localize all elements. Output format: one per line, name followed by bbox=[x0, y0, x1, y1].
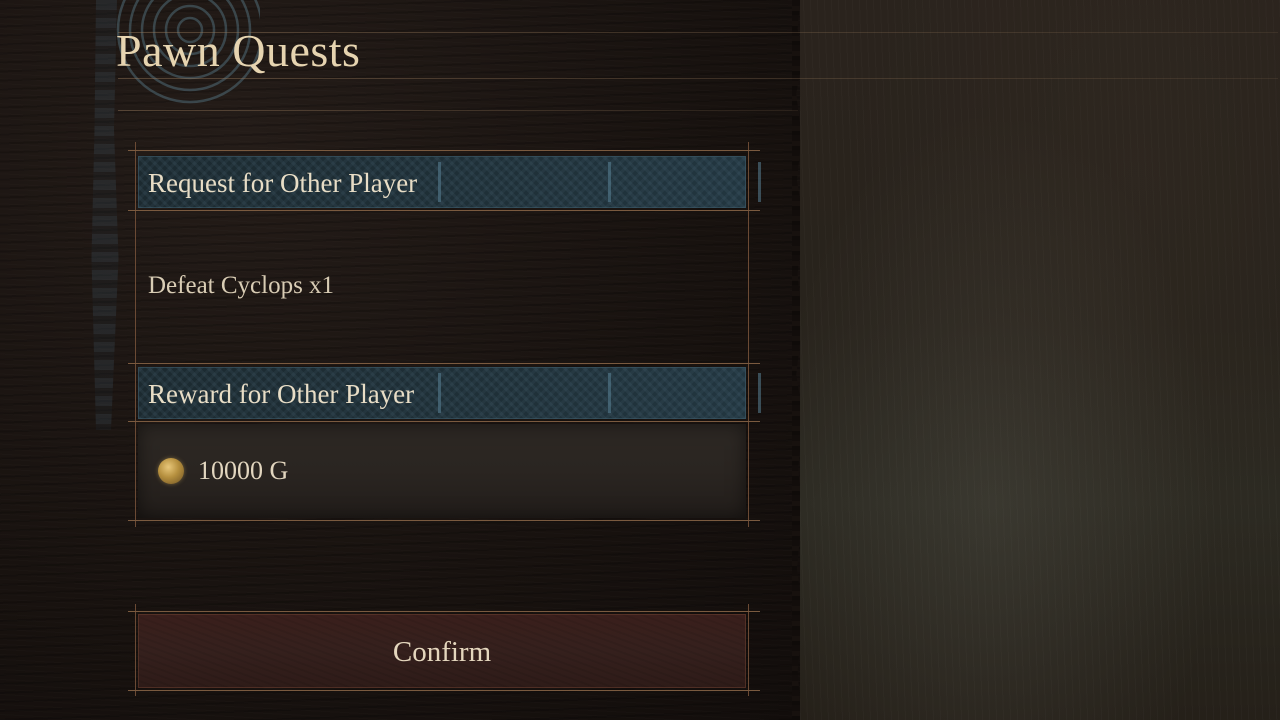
confirm-button-label: Confirm bbox=[392, 636, 492, 668]
title-rule-middle bbox=[118, 78, 1278, 79]
confirm-button[interactable]: Confirm bbox=[138, 614, 746, 688]
pawn-quests-screen: Pawn Quests Request for Other Player Def… bbox=[0, 0, 1280, 720]
frame-left-border bbox=[135, 142, 136, 527]
reward-value: 10000 G bbox=[198, 456, 289, 485]
header-divider bbox=[758, 162, 761, 202]
right-panel-background bbox=[800, 0, 1280, 720]
header-divider bbox=[438, 373, 441, 413]
header-divider bbox=[438, 162, 441, 202]
quest-objective: Defeat Cyclops x1 bbox=[148, 272, 335, 299]
request-section-label: Request for Other Player bbox=[148, 168, 418, 198]
frame-top-border bbox=[128, 150, 760, 151]
header-divider bbox=[608, 162, 611, 202]
header-divider bbox=[758, 373, 761, 413]
page-title: Pawn Quests bbox=[116, 25, 361, 76]
reward-item-row: 10000 G bbox=[138, 424, 746, 518]
request-section-header: Request for Other Player bbox=[138, 156, 761, 208]
frame-bottom-border bbox=[128, 520, 760, 521]
reward-section-label: Reward for Other Player bbox=[148, 379, 415, 409]
confirm-frame-top bbox=[128, 611, 760, 612]
frame-divider-request bbox=[128, 210, 760, 211]
confirm-frame-bottom bbox=[128, 690, 760, 691]
confirm-frame-right bbox=[748, 604, 749, 696]
title-rule-bottom bbox=[118, 110, 798, 111]
frame-divider-reward bbox=[128, 363, 760, 364]
frame-right-border bbox=[748, 142, 749, 527]
gold-coin-icon bbox=[158, 458, 184, 484]
reward-section-header: Reward for Other Player bbox=[138, 367, 761, 419]
confirm-frame-left bbox=[135, 604, 136, 696]
frame-divider-reward-header bbox=[128, 421, 760, 422]
header-divider bbox=[608, 373, 611, 413]
